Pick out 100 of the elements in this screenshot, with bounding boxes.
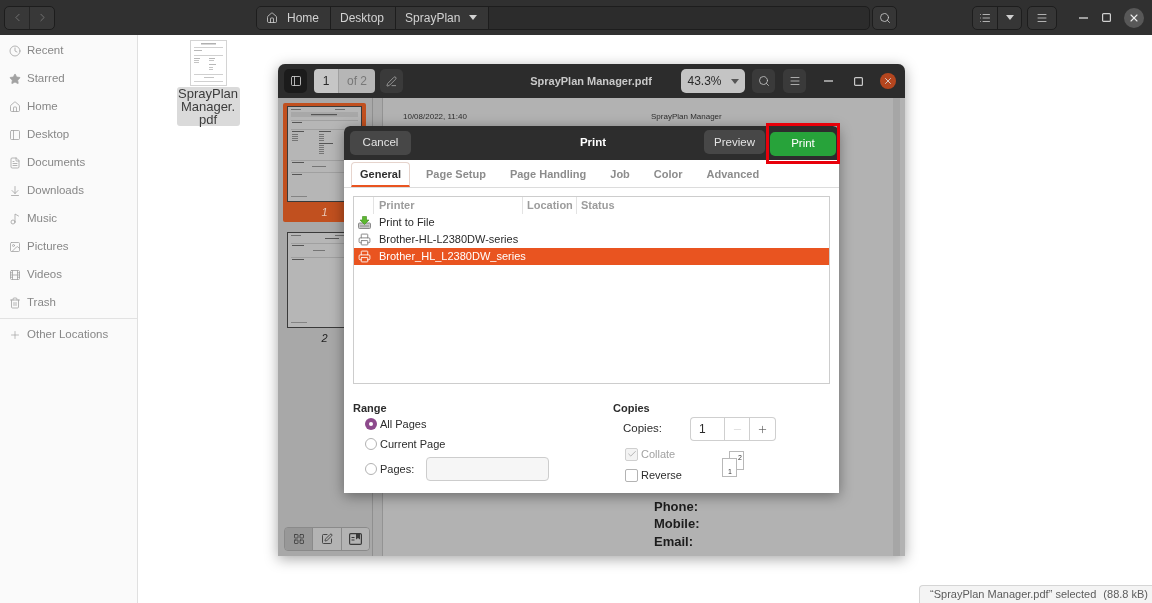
field-label: Mobile: bbox=[654, 515, 700, 533]
panel-icon bbox=[9, 129, 21, 141]
column-header[interactable]: Printer bbox=[379, 197, 415, 214]
maximize-icon bbox=[1101, 13, 1111, 22]
annotate-button[interactable] bbox=[380, 69, 403, 93]
path-button[interactable]: Home bbox=[257, 6, 331, 29]
path-button[interactable]: SprayPlan bbox=[396, 6, 490, 29]
sidebar-item[interactable]: Recent bbox=[0, 37, 137, 65]
radio-label: Pages: bbox=[380, 461, 415, 477]
column-header[interactable]: Location bbox=[527, 197, 573, 214]
tab[interactable]: Page Handling bbox=[501, 162, 595, 187]
sidebar-item[interactable]: Videos bbox=[0, 261, 137, 289]
pen-icon bbox=[321, 533, 333, 545]
field-label: Email: bbox=[654, 532, 693, 550]
printer-icon bbox=[358, 250, 371, 263]
column-header[interactable]: Status bbox=[581, 197, 615, 214]
trash-icon bbox=[9, 297, 21, 309]
document-icon bbox=[9, 157, 21, 169]
printer-row[interactable]: Brother-HL-L2380DW-series bbox=[354, 231, 829, 248]
cancel-button[interactable]: Cancel bbox=[350, 131, 411, 155]
pen-icon bbox=[386, 75, 397, 87]
star-icon bbox=[9, 73, 21, 85]
pages-field[interactable] bbox=[426, 457, 550, 481]
tab[interactable]: Page Setup bbox=[417, 162, 494, 187]
sidebar-item[interactable]: Desktop bbox=[0, 121, 137, 149]
view-button[interactable] bbox=[312, 528, 341, 550]
file-name[interactable]: SprayPlan Manager.pdf bbox=[176, 87, 240, 126]
home-icon bbox=[9, 101, 21, 113]
path-button[interactable]: Desktop bbox=[331, 6, 397, 29]
search-icon bbox=[878, 11, 891, 24]
file-size: (88.8 kB) bbox=[1103, 587, 1148, 603]
sidebar-item[interactable]: Downloads bbox=[0, 177, 137, 205]
copies-label: Copies: bbox=[623, 421, 663, 437]
minimize-icon bbox=[823, 80, 833, 82]
radio-button[interactable] bbox=[365, 418, 377, 430]
close-icon bbox=[883, 76, 893, 86]
tray-arrow-icon bbox=[358, 216, 371, 229]
close-button[interactable] bbox=[1124, 7, 1144, 28]
preview-button[interactable]: Preview bbox=[704, 130, 765, 155]
print-button[interactable]: Print bbox=[770, 131, 836, 156]
radio-label: Current Page bbox=[380, 436, 446, 452]
print-timestamp: 10/08/2022, 11:40 bbox=[403, 112, 467, 121]
section-title: Copies bbox=[613, 401, 650, 414]
sidebar-item[interactable]: Pictures bbox=[0, 233, 137, 261]
grid-icon bbox=[292, 533, 305, 545]
caret-icon bbox=[469, 15, 478, 20]
scrollbar[interactable] bbox=[893, 98, 900, 556]
clock-icon bbox=[9, 45, 21, 57]
sidebar-item[interactable]: Starred bbox=[0, 65, 137, 93]
menu-icon bbox=[788, 75, 801, 87]
maximize-icon bbox=[853, 76, 863, 86]
sidebar-toggle[interactable] bbox=[284, 69, 307, 93]
tab[interactable]: Job bbox=[602, 162, 638, 187]
checkbox[interactable] bbox=[625, 468, 638, 482]
tab[interactable]: General bbox=[351, 162, 410, 187]
printer-row[interactable]: Brother_HL_L2380DW_series bbox=[354, 248, 829, 265]
checkbox-label: Collate bbox=[641, 446, 676, 462]
check-icon bbox=[626, 449, 637, 459]
menu-button[interactable] bbox=[783, 69, 806, 93]
page-count: of 2 bbox=[338, 69, 375, 93]
menu-icon bbox=[1036, 11, 1048, 24]
sidebar-item[interactable]: Other Locations bbox=[0, 321, 137, 349]
list-icon bbox=[979, 11, 991, 24]
document-header: SprayPlan Manager bbox=[651, 112, 722, 121]
bookmark-icon bbox=[348, 533, 362, 545]
home-icon bbox=[266, 11, 278, 24]
copies-field[interactable]: 1 bbox=[690, 417, 724, 441]
view-button[interactable] bbox=[340, 528, 369, 550]
page-thumbnail[interactable]: 2 bbox=[283, 229, 344, 348]
menu-button[interactable] bbox=[1027, 5, 1057, 30]
sidebar-item[interactable]: Trash bbox=[0, 289, 137, 317]
dialog-title: Print bbox=[579, 135, 607, 151]
plus-icon bbox=[757, 423, 768, 435]
tab[interactable]: Color bbox=[645, 162, 691, 187]
plus-icon bbox=[9, 329, 21, 341]
section-title: Range bbox=[353, 401, 387, 414]
download-icon bbox=[9, 185, 21, 197]
document-icon bbox=[189, 40, 227, 86]
radio-label: All Pages bbox=[380, 416, 427, 432]
radio-button[interactable] bbox=[365, 463, 377, 475]
field-label: Phone: bbox=[654, 497, 699, 515]
search-button[interactable] bbox=[872, 5, 897, 30]
radio-button[interactable] bbox=[365, 438, 377, 450]
sidebar-icon bbox=[289, 75, 302, 87]
minimize-icon bbox=[1078, 16, 1088, 19]
sidebar-item[interactable]: Music bbox=[0, 205, 137, 233]
view-button[interactable] bbox=[285, 528, 313, 550]
tab[interactable]: Advanced bbox=[698, 162, 768, 187]
zoom-dropdown[interactable]: 43.3% bbox=[681, 69, 745, 93]
image-icon bbox=[9, 241, 21, 253]
search-button[interactable] bbox=[752, 69, 775, 93]
status-text: “SprayPlan Manager.pdf” selected bbox=[930, 587, 1097, 603]
caret-icon bbox=[730, 78, 739, 84]
sidebar-item[interactable]: Home bbox=[0, 93, 137, 121]
window-title: SprayPlan Manager.pdf bbox=[530, 73, 652, 89]
page-stack-icon bbox=[722, 451, 744, 477]
caret-icon bbox=[1005, 15, 1014, 20]
close-button[interactable] bbox=[880, 73, 896, 89]
page-number-field[interactable]: 1 bbox=[314, 69, 338, 93]
sidebar-item[interactable]: Documents bbox=[0, 149, 137, 177]
